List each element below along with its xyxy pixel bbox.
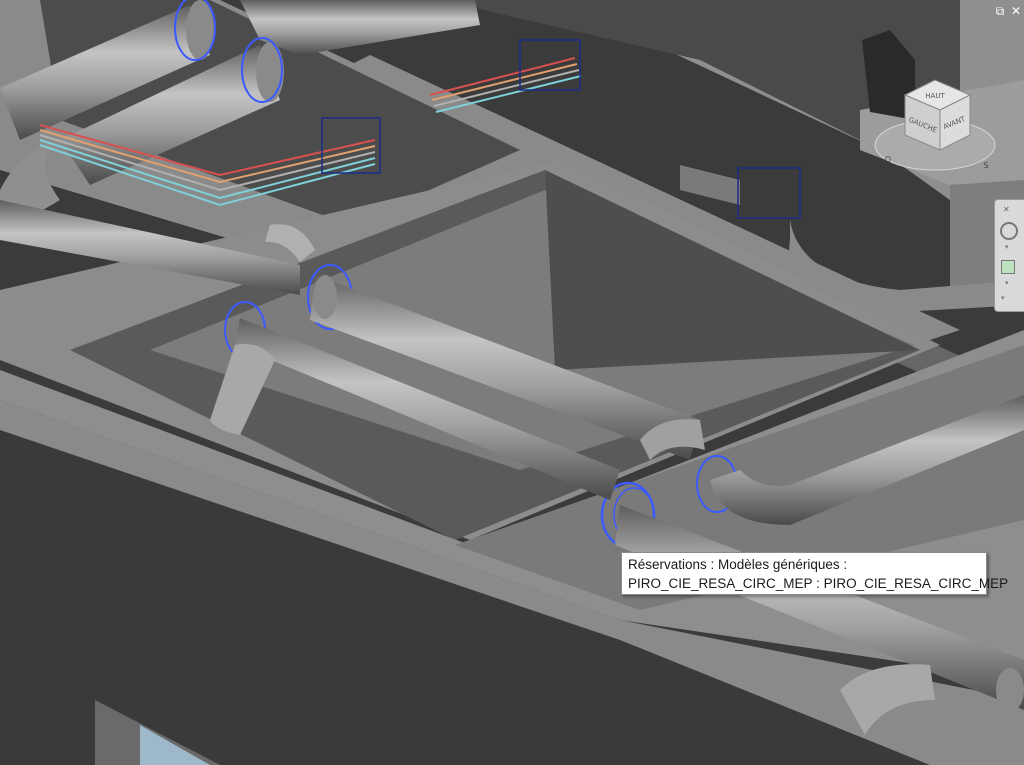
viewcube-compass-w[interactable]: O: [885, 155, 891, 164]
navigation-bar[interactable]: ✕ ▾ ▾ ▾: [994, 199, 1024, 312]
middle-pipe-upper-end: [313, 275, 337, 319]
zoom-region-icon[interactable]: [1001, 260, 1015, 274]
lower-pipe-end: [996, 668, 1024, 712]
tooltip-line-1: Réservations : Modèles génériques :: [628, 557, 848, 572]
nav-bar-close-icon[interactable]: ✕: [1003, 206, 1015, 214]
3d-viewport[interactable]: HAUT GAUCHE AVANT O S ⧉ ✕ ✕ ▾ ▾ ▾ Réserv…: [0, 0, 1024, 765]
tooltip-line-2: PIRO_CIE_RESA_CIRC_MEP : PIRO_CIE_RESA_C…: [628, 576, 1009, 591]
nav-options-icon[interactable]: ▾: [1001, 295, 1015, 302]
steering-wheel-icon[interactable]: [1000, 222, 1018, 240]
close-icon[interactable]: ✕: [1009, 4, 1023, 18]
restore-icon[interactable]: ⧉: [993, 4, 1007, 18]
viewcube-top-label: HAUT: [925, 92, 945, 100]
chevron-down-icon[interactable]: ▾: [1005, 244, 1013, 251]
element-tooltip: Réservations : Modèles génériques : PIRO…: [621, 552, 1009, 595]
model-scene[interactable]: HAUT GAUCHE AVANT O S: [0, 0, 1024, 765]
upper-pipe-3-end: [256, 42, 284, 102]
viewcube-compass-s[interactable]: S: [983, 161, 988, 170]
chevron-down-icon[interactable]: ▾: [1005, 280, 1013, 287]
